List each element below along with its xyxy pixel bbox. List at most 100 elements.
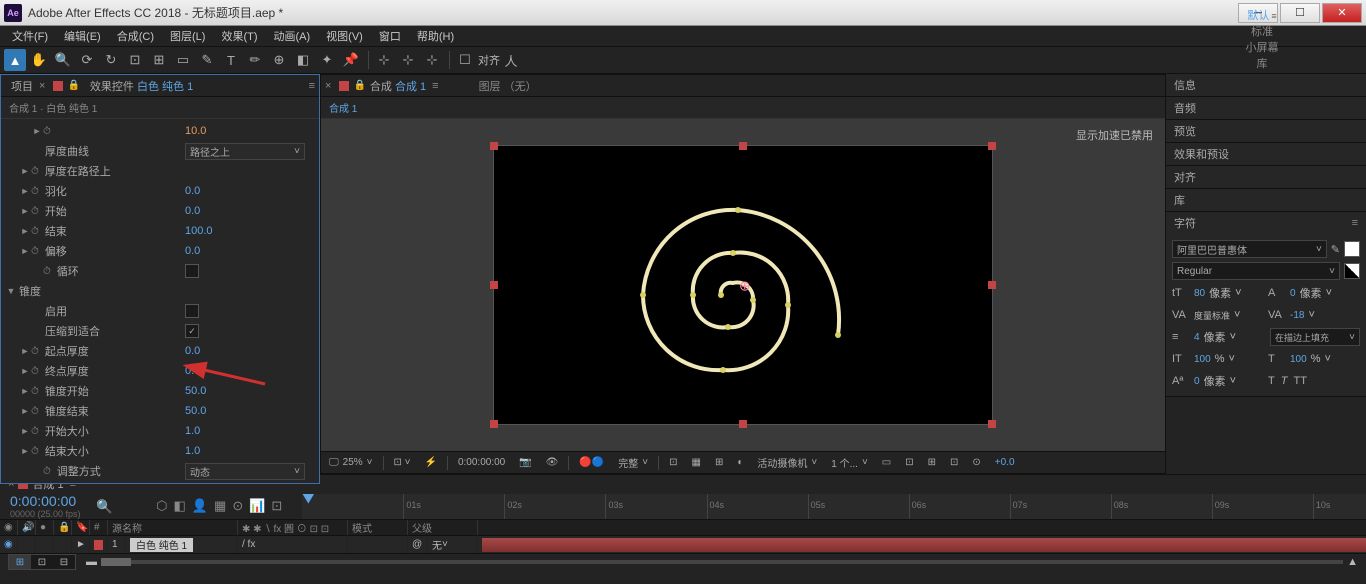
property-row[interactable]: ⏱羽化0.0 <box>1 181 319 201</box>
property-value[interactable]: 0.0 <box>185 345 315 357</box>
composition-canvas[interactable]: ⊕ <box>493 145 993 425</box>
zoom-tool-icon[interactable]: 🔍 <box>52 49 74 71</box>
stopwatch-icon[interactable]: ⏱ <box>31 446 39 457</box>
col-audio-icon[interactable]: 🔊 <box>18 520 36 536</box>
property-value[interactable]: 0.0 <box>185 205 315 217</box>
resize-handle-tl[interactable] <box>490 142 498 150</box>
current-time[interactable]: 0:00:00:00 <box>454 457 509 468</box>
effects-presets-panel-tab[interactable]: 效果和预设 <box>1174 146 1229 162</box>
property-value[interactable]: 10.0 <box>185 125 315 137</box>
audio-panel-tab[interactable]: 音频 <box>1174 100 1196 116</box>
property-row[interactable]: 启用 <box>1 301 319 321</box>
hscale-value[interactable]: 100 <box>1290 354 1307 365</box>
resize-handle-ml[interactable] <box>490 281 498 289</box>
layer-twirl-icon[interactable]: ► <box>72 536 90 553</box>
menu-edit[interactable]: 编辑(E) <box>56 26 109 46</box>
stopwatch-icon[interactable]: ⏱ <box>43 126 51 137</box>
switches-modes-toggle[interactable]: ⊞ ⊡ ⊟ <box>8 554 76 570</box>
twirl-icon[interactable] <box>19 386 31 396</box>
twirl-icon[interactable] <box>19 366 31 376</box>
stopwatch-icon[interactable]: ⏱ <box>43 466 51 477</box>
mask-icon[interactable]: ◐ <box>733 457 747 468</box>
camera-tool-icon[interactable]: ⊡ <box>124 49 146 71</box>
stopwatch-icon[interactable]: ⏱ <box>43 266 51 277</box>
col-label-icon[interactable]: 🔖 <box>72 520 90 536</box>
snapshot-icon[interactable]: 📷 <box>515 457 535 468</box>
property-row[interactable]: 锥度 <box>1 281 319 301</box>
hand-tool-icon[interactable]: ✋ <box>28 49 50 71</box>
toggle-modes-icon[interactable]: ⊡ <box>31 555 53 569</box>
type-tool-icon[interactable]: T <box>220 49 242 71</box>
shy-icon[interactable]: 👤 <box>192 498 208 514</box>
layer-label-color[interactable] <box>94 540 103 550</box>
orbit-tool-icon[interactable]: ⟳ <box>76 49 98 71</box>
toggle-parent-icon[interactable]: ⊟ <box>53 555 75 569</box>
property-row[interactable]: ⏱循环 <box>1 261 319 281</box>
tracking-value[interactable]: -18 <box>1290 310 1304 321</box>
twirl-icon[interactable] <box>19 226 31 236</box>
parent-dropdown[interactable]: 无 ˅ <box>428 536 478 553</box>
menu-composition[interactable]: 合成(C) <box>109 26 162 46</box>
stopwatch-icon[interactable]: ⏱ <box>31 166 39 177</box>
layer-duration-bar[interactable] <box>482 538 1366 552</box>
stroke-width-value[interactable]: 4 <box>1194 332 1200 343</box>
pen-tool-icon[interactable]: ✎ <box>196 49 218 71</box>
time-ruler[interactable]: 01s02s03s04s05s06s07s08s09s10s <box>302 494 1366 519</box>
layer-switches[interactable]: / fx <box>238 536 348 553</box>
motion-blur-icon[interactable]: ⊙ <box>232 498 243 514</box>
stopwatch-icon[interactable]: ⏱ <box>31 226 39 237</box>
twirl-icon[interactable] <box>19 446 31 456</box>
baseline-value[interactable]: 0 <box>1194 376 1200 387</box>
clone-tool-icon[interactable]: ⊕ <box>268 49 290 71</box>
project-tab[interactable]: 项目 <box>5 76 39 96</box>
stopwatch-icon[interactable]: ⏱ <box>31 406 39 417</box>
stopwatch-icon[interactable]: ⏱ <box>31 186 39 197</box>
resize-handle-tr[interactable] <box>988 142 996 150</box>
property-value[interactable]: 50.0 <box>185 405 315 417</box>
leading-value[interactable]: 0 <box>1290 288 1296 299</box>
brainstorm-icon[interactable]: ⊡ <box>271 498 282 514</box>
effect-controls-tab[interactable]: 效果控件 白色 纯色 1 <box>84 76 199 96</box>
stopwatch-icon[interactable]: ⏱ <box>31 366 39 377</box>
comp-panel-menu-icon[interactable]: ≡ <box>432 80 438 92</box>
char-panel-menu-icon[interactable]: ≡ <box>1352 217 1358 229</box>
fill-color-swatch[interactable] <box>1344 241 1360 257</box>
resize-handle-bl[interactable] <box>490 420 498 428</box>
col-solo-icon[interactable]: ● <box>36 520 54 536</box>
character-panel-tab[interactable]: 字符 <box>1174 215 1196 231</box>
property-row[interactable]: ⏱偏移0.0 <box>1 241 319 261</box>
timeline-zoom-slider[interactable]: ▬ ▲ <box>86 556 1358 568</box>
eyedropper-icon[interactable]: ✎ <box>1331 243 1340 256</box>
property-dropdown[interactable]: 路径之上˅ <box>185 143 305 160</box>
italic-icon[interactable]: T <box>1281 375 1288 387</box>
bold-icon[interactable]: T <box>1268 375 1275 387</box>
col-parent[interactable]: 父级 <box>408 520 478 536</box>
timeline-search-input[interactable] <box>96 499 156 514</box>
resize-handle-bm[interactable] <box>739 420 747 428</box>
property-dropdown[interactable]: 动态˅ <box>185 463 305 480</box>
eraser-tool-icon[interactable]: ◧ <box>292 49 314 71</box>
local-axis-icon[interactable]: ⊹ <box>373 49 395 71</box>
selection-tool-icon[interactable]: ▲ <box>4 49 26 71</box>
vscale-value[interactable]: 100 <box>1194 354 1211 365</box>
stroke-position-dropdown[interactable]: 在描边上填充˅ <box>1270 328 1360 346</box>
fast-draft-icon[interactable]: ⊡ <box>901 457 917 468</box>
property-row[interactable]: ⏱结束大小1.0 <box>1 441 319 461</box>
fast-preview-icon[interactable]: ⚡ <box>421 457 441 468</box>
property-row[interactable]: ⏱调整方式动态˅ <box>1 461 319 481</box>
preview-panel-tab[interactable]: 预览 <box>1174 123 1196 139</box>
resize-handle-tm[interactable] <box>739 142 747 150</box>
property-row[interactable]: ⏱开始大小1.0 <box>1 421 319 441</box>
property-value[interactable]: 50.0 <box>185 385 315 397</box>
layer-visibility-toggle[interactable]: ◉ <box>0 536 18 553</box>
col-visibility-icon[interactable]: ◉ <box>0 520 18 536</box>
property-row[interactable]: ⏱起点厚度0.0 <box>1 341 319 361</box>
property-row[interactable]: ⏱ 10.0 <box>1 121 319 141</box>
align-panel-tab[interactable]: 对齐 <box>1174 169 1196 185</box>
lock-icon[interactable]: 🔒 <box>67 80 79 91</box>
shape-tool-icon[interactable]: ▭ <box>172 49 194 71</box>
twirl-icon[interactable] <box>5 286 17 296</box>
property-row[interactable]: ⏱厚度在路径上 <box>1 161 319 181</box>
col-source-name[interactable]: 源名称 <box>108 520 238 536</box>
snap-checkbox[interactable]: ☐ <box>454 49 476 71</box>
